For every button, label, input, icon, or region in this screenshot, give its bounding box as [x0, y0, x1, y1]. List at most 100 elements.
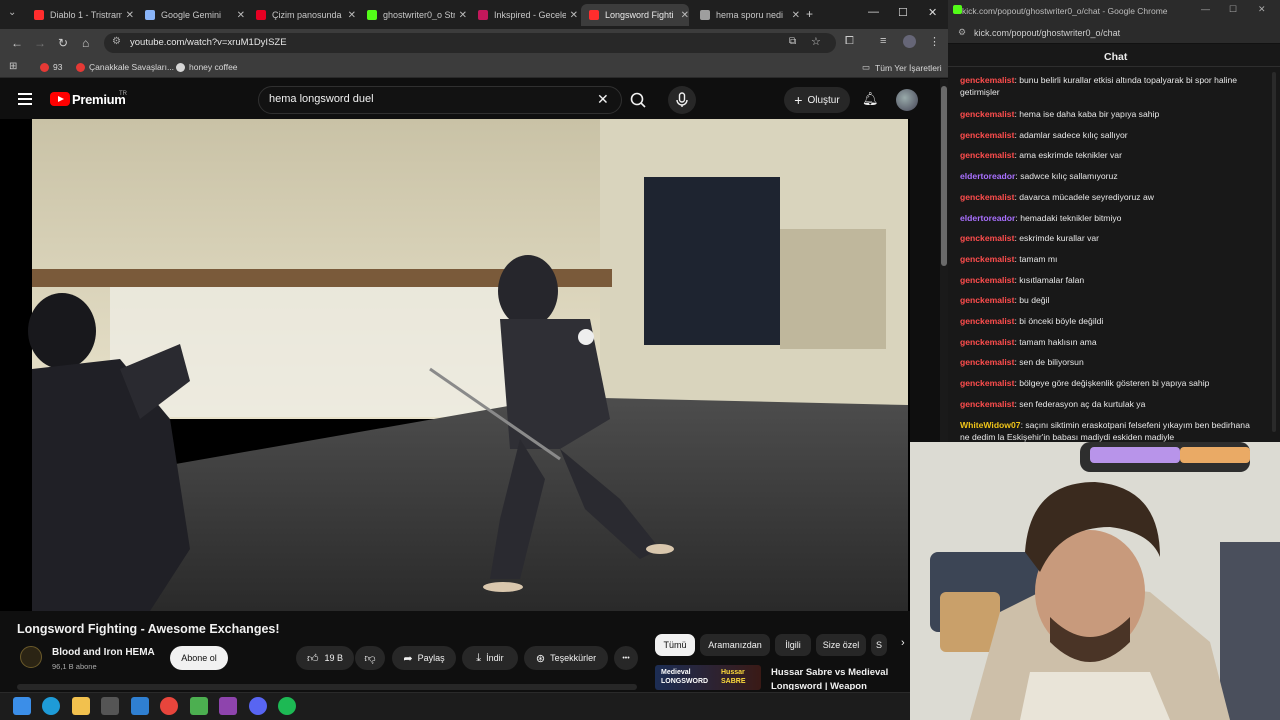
- bookmark-93[interactable]: 93: [40, 62, 62, 72]
- chip-all[interactable]: Tümü: [655, 634, 695, 656]
- site-info-icon[interactable]: ⚙: [112, 36, 121, 47]
- browser-tab[interactable]: Longsword Fighti ✕: [581, 4, 689, 26]
- chat-username[interactable]: genckemalist: [960, 233, 1014, 243]
- taskbar-discord-icon[interactable]: [249, 697, 267, 715]
- chip-more[interactable]: S: [871, 634, 887, 656]
- tab-close-icon[interactable]: ✕: [570, 10, 578, 21]
- back-icon[interactable]: ←: [11, 36, 23, 50]
- subscribe-button[interactable]: Abone ol: [170, 646, 228, 670]
- dislike-button[interactable]: 👎︎: [355, 646, 385, 670]
- search-button[interactable]: [622, 86, 656, 114]
- profile-icon[interactable]: [903, 35, 916, 48]
- recommendation-thumbnail[interactable]: Medieval LONGSWORD Hussar SABRE: [655, 665, 761, 690]
- youtube-logo-icon[interactable]: [50, 92, 70, 106]
- taskbar-minecraft-icon[interactable]: [190, 697, 208, 715]
- tab-search-icon[interactable]: ⌄: [8, 7, 16, 18]
- create-button[interactable]: + Oluştur: [784, 87, 850, 113]
- tab-close-icon[interactable]: ✕: [126, 10, 134, 21]
- taskbar-chrome-icon[interactable]: [160, 697, 178, 715]
- channel-name[interactable]: Blood and Iron HEMA: [52, 647, 155, 658]
- tab-close-icon[interactable]: ✕: [348, 10, 356, 21]
- taskbar-store-icon[interactable]: [101, 697, 119, 715]
- menu-dots-icon[interactable]: ⋮: [929, 35, 940, 48]
- bookmark-label: honey coffee: [189, 62, 238, 72]
- recommendation-title[interactable]: Hussar Sabre vs Medieval: [771, 667, 905, 678]
- youtube-brand[interactable]: Premium: [72, 92, 126, 107]
- more-actions-button[interactable]: •••: [614, 646, 638, 670]
- browser-tab[interactable]: Çizim panosunda ✕: [248, 4, 356, 26]
- hamburger-menu-icon[interactable]: [18, 93, 32, 105]
- chat-username[interactable]: genckemalist: [960, 192, 1014, 202]
- chip-related[interactable]: İlgili: [775, 634, 811, 656]
- chat-minimize-icon[interactable]: —: [1201, 4, 1210, 14]
- bookmark-star-icon[interactable]: ☆: [811, 35, 821, 48]
- account-avatar[interactable]: [896, 89, 918, 111]
- forward-icon[interactable]: →: [34, 36, 46, 50]
- chat-username[interactable]: genckemalist: [960, 130, 1014, 140]
- bookmark-honey-coffee[interactable]: honey coffee: [176, 62, 238, 72]
- browser-tab[interactable]: Inkspired - Gecele ✕: [470, 4, 578, 26]
- clear-search-icon[interactable]: ✕: [597, 91, 609, 108]
- tab-close-icon[interactable]: ✕: [792, 10, 800, 21]
- chat-username[interactable]: genckemalist: [960, 316, 1014, 326]
- all-bookmarks-folder[interactable]: ▭ Tüm Yer İşaretleri: [862, 62, 942, 73]
- chat-username[interactable]: genckemalist: [960, 150, 1014, 160]
- taskbar-explorer-icon[interactable]: [72, 697, 90, 715]
- media-controls-icon[interactable]: ≡: [880, 35, 886, 47]
- recommendation-title-line2[interactable]: Longsword | Weapon: [771, 681, 905, 690]
- voice-search-button[interactable]: [668, 86, 696, 114]
- chat-maximize-icon[interactable]: ☐: [1229, 4, 1237, 15]
- scrollbar-thumb[interactable]: [941, 86, 947, 266]
- taskbar-app-icon[interactable]: [131, 697, 149, 715]
- like-button[interactable]: 👍︎ 19 B: [296, 646, 354, 670]
- taskbar-windows-icon[interactable]: [13, 697, 31, 715]
- chat-username[interactable]: eldertoreador: [960, 171, 1015, 181]
- chat-username[interactable]: genckemalist: [960, 337, 1014, 347]
- close-window-icon[interactable]: ✕: [928, 6, 937, 19]
- chat-close-icon[interactable]: ✕: [1258, 4, 1266, 15]
- chip-for-you[interactable]: Size özel: [816, 634, 866, 656]
- tab-close-icon[interactable]: ✕: [237, 10, 245, 21]
- download-button[interactable]: ⤓ İndir: [462, 646, 518, 670]
- maximize-icon[interactable]: ☐: [898, 6, 908, 19]
- minimize-icon[interactable]: —: [868, 6, 879, 18]
- browser-tab[interactable]: ghostwriter0_o Str ✕: [359, 4, 467, 26]
- chat-username[interactable]: genckemalist: [960, 109, 1014, 119]
- chip-next-chevron-icon[interactable]: ›: [901, 637, 905, 649]
- browser-tab[interactable]: Diablo 1 - Tristram ✕: [26, 4, 134, 26]
- reload-icon[interactable]: ↻: [58, 36, 68, 50]
- video-player[interactable]: [0, 119, 910, 611]
- chat-username[interactable]: WhiteWidow07: [960, 420, 1021, 430]
- chat-username[interactable]: genckemalist: [960, 275, 1014, 285]
- chat-username[interactable]: genckemalist: [960, 295, 1014, 305]
- bookmark-canakkale[interactable]: Çanakkale Savaşları...: [76, 62, 174, 72]
- share-button[interactable]: ➦ Paylaş: [392, 646, 456, 670]
- chat-username[interactable]: genckemalist: [960, 254, 1014, 264]
- chat-message: genckemalist: davarca mücadele seyrediyo…: [960, 191, 1260, 203]
- home-icon[interactable]: ⌂: [82, 36, 89, 50]
- chat-site-info-icon[interactable]: ⚙: [958, 27, 966, 38]
- tab-close-icon[interactable]: ✕: [681, 10, 689, 21]
- new-tab-button[interactable]: +: [806, 7, 813, 21]
- chat-username[interactable]: genckemalist: [960, 399, 1014, 409]
- chat-username[interactable]: eldertoreador: [960, 213, 1015, 223]
- notifications-bell-icon[interactable]: 🔔︎: [862, 91, 879, 107]
- thanks-button[interactable]: ⊛ Teşekkürler: [524, 646, 608, 670]
- channel-avatar[interactable]: [20, 646, 42, 668]
- description-box[interactable]: [17, 684, 637, 690]
- extensions-icon[interactable]: ⧠: [845, 35, 854, 48]
- browser-tab[interactable]: Google Gemini ✕: [137, 4, 245, 26]
- chat-username[interactable]: genckemalist: [960, 75, 1014, 85]
- apps-grid-icon[interactable]: ⊞: [9, 61, 17, 72]
- chat-scrollbar[interactable]: [1272, 72, 1276, 432]
- taskbar-app2-icon[interactable]: [219, 697, 237, 715]
- taskbar-spotify-icon[interactable]: [278, 697, 296, 715]
- chat-username[interactable]: genckemalist: [960, 357, 1014, 367]
- tab-favicon-icon: [700, 10, 710, 20]
- taskbar-edge-icon[interactable]: [42, 697, 60, 715]
- install-app-icon[interactable]: ⧉: [789, 36, 796, 47]
- tab-close-icon[interactable]: ✕: [459, 10, 467, 21]
- browser-tab[interactable]: hema sporu nedi ✕: [692, 4, 800, 26]
- chat-username[interactable]: genckemalist: [960, 378, 1014, 388]
- chip-from-search[interactable]: Aramanızdan: [700, 634, 770, 656]
